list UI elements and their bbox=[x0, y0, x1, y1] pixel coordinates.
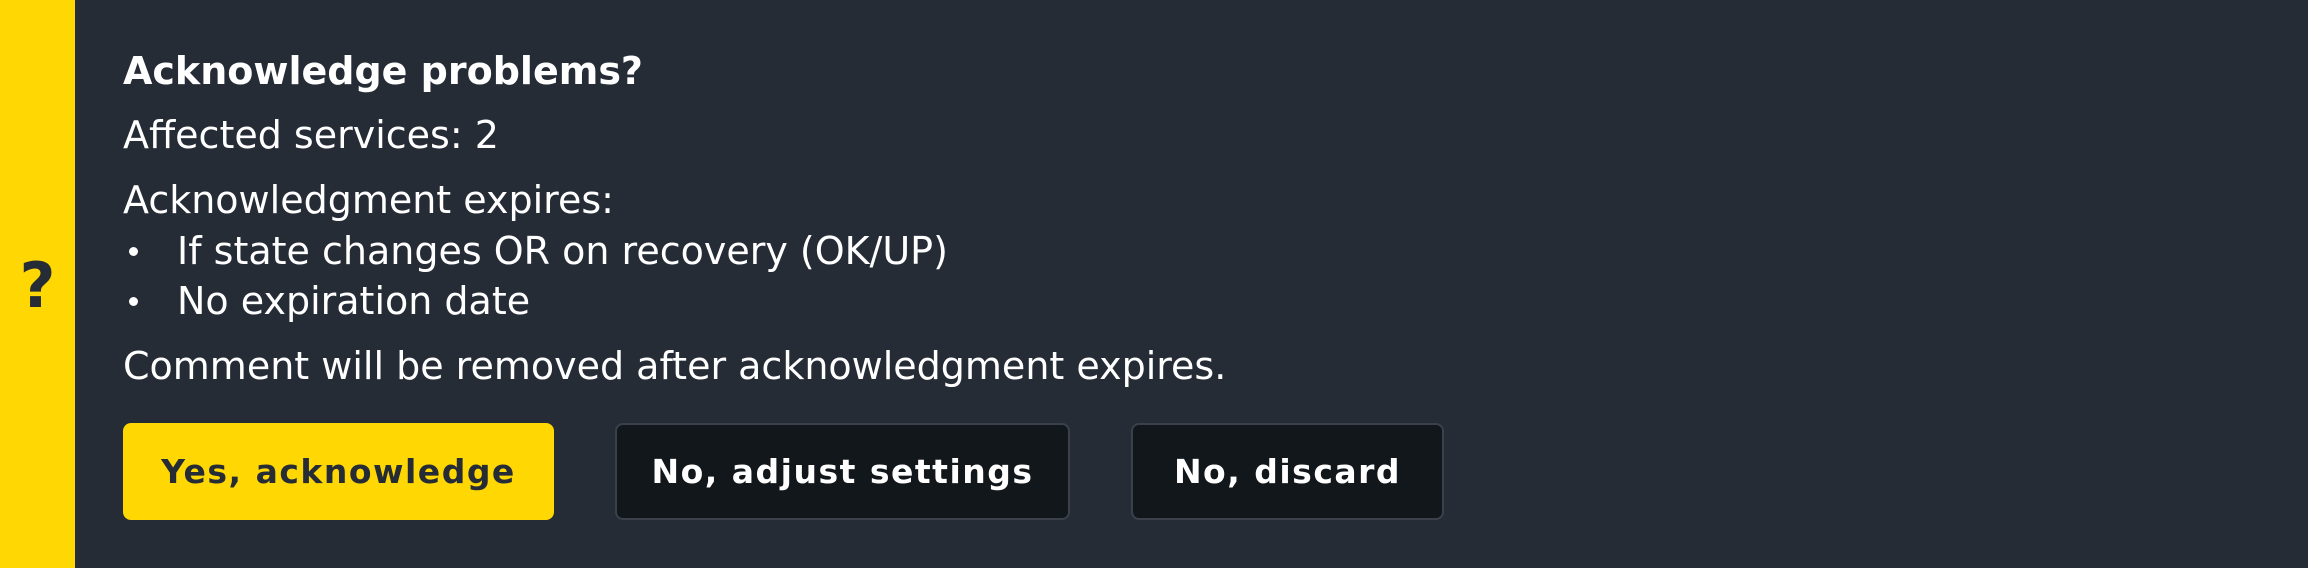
acknowledge-confirm-dialog: ? Acknowledge problems? Affected service… bbox=[0, 0, 2308, 568]
expiry-condition-text: No expiration date bbox=[177, 279, 531, 323]
warning-stripe: ? bbox=[0, 0, 75, 568]
bullet-icon bbox=[129, 247, 138, 256]
dialog-title: Acknowledge problems? bbox=[123, 49, 643, 93]
question-icon: ? bbox=[19, 249, 56, 322]
dialog-content: Acknowledge problems? Affected services:… bbox=[75, 0, 2308, 568]
comment-note-text: Comment will be removed after acknowledg… bbox=[123, 344, 1227, 388]
expiry-conditions-list: If state changes OR on recovery (OK/UP) … bbox=[123, 226, 948, 326]
list-item: If state changes OR on recovery (OK/UP) bbox=[123, 226, 948, 276]
bullet-icon bbox=[129, 297, 138, 306]
expires-label: Acknowledgment expires: bbox=[123, 178, 614, 222]
affected-services-text: Affected services: 2 bbox=[123, 113, 499, 157]
discard-button[interactable]: No, discard bbox=[1131, 423, 1444, 520]
list-item: No expiration date bbox=[123, 276, 948, 326]
yes-acknowledge-button[interactable]: Yes, acknowledge bbox=[123, 423, 554, 520]
expiry-condition-text: If state changes OR on recovery (OK/UP) bbox=[177, 229, 948, 273]
adjust-settings-button[interactable]: No, adjust settings bbox=[615, 423, 1070, 520]
